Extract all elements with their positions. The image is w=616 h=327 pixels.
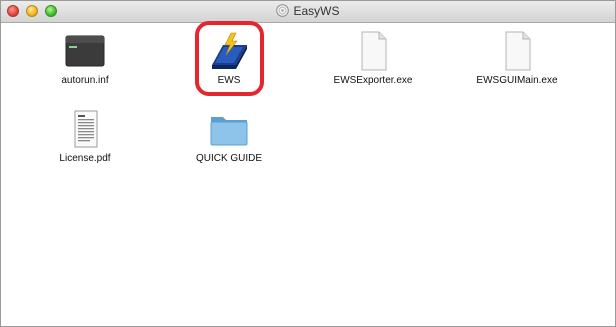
file-label: License.pdf xyxy=(59,153,111,164)
file-ewsguimain-exe[interactable]: EWSGUIMain.exe xyxy=(457,31,577,91)
exe-file-icon xyxy=(361,31,387,71)
file-ewsexporter-exe[interactable]: EWSExporter.exe xyxy=(313,31,433,91)
window-title: EasyWS xyxy=(293,4,340,18)
folder-quick-guide[interactable]: QUICK GUIDE xyxy=(169,109,289,169)
file-label: EWSGUIMain.exe xyxy=(476,75,558,86)
file-license-pdf[interactable]: License.pdf xyxy=(25,109,145,169)
finder-window: EasyWS autorun.inf EWS EWSExporter.exe E… xyxy=(0,0,616,327)
window-title-area: EasyWS xyxy=(1,4,615,18)
file-label: EWSExporter.exe xyxy=(333,75,413,86)
folder-icon xyxy=(210,117,248,146)
title-bar: EasyWS xyxy=(1,1,615,23)
file-label: QUICK GUIDE xyxy=(195,153,263,164)
pdf-file-icon xyxy=(74,110,98,148)
inf-file-icon xyxy=(65,35,105,67)
file-autorun-inf[interactable]: autorun.inf xyxy=(25,31,145,91)
highlight-circle xyxy=(195,21,264,96)
file-label: autorun.inf xyxy=(61,75,109,86)
exe-file-icon xyxy=(505,31,531,71)
disk-icon xyxy=(276,4,290,17)
